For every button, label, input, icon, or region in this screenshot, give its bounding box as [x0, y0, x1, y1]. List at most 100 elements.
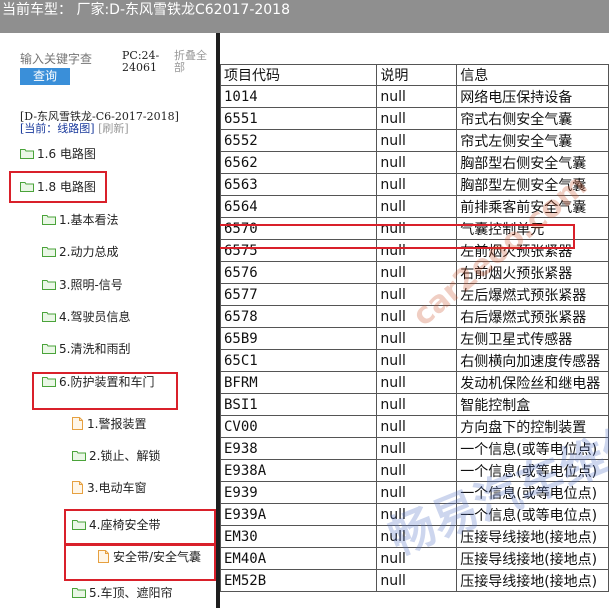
doc-icon — [72, 481, 83, 494]
cell-code: 6562 — [220, 151, 378, 174]
cell-code: E938A — [220, 459, 378, 482]
table-row[interactable]: E939A null 一个信息(或等电位点) — [220, 503, 609, 526]
table-row[interactable]: EM30 null 压接导线接地(接地点) — [220, 525, 609, 548]
collapse-all-link[interactable]: 折叠全部 — [174, 50, 214, 74]
table-row[interactable]: BSI1 null 智能控制盒 — [220, 393, 609, 416]
tree-node[interactable]: 5.车顶、遮阳帘 — [72, 584, 172, 601]
tree-node[interactable]: 1.警报装置 — [72, 415, 146, 432]
folder-icon — [42, 279, 56, 290]
cell-description: null — [376, 481, 458, 504]
table-header-row: 项目代码 说明 信息 — [220, 64, 609, 86]
cell-description: null — [376, 327, 458, 350]
cell-description: null — [376, 415, 458, 438]
highlight-box — [64, 544, 216, 581]
tree-node[interactable]: 2.动力总成 — [42, 243, 118, 260]
cell-code: E939A — [220, 503, 378, 526]
highlighted-row-box — [220, 224, 575, 249]
tree-node[interactable]: 1.6 电路图 — [20, 145, 96, 162]
tree-node-label: 1.6 电路图 — [37, 147, 96, 161]
cell-description: null — [376, 129, 458, 152]
folder-icon — [72, 587, 86, 598]
folder-icon — [42, 214, 56, 225]
cell-description: null — [376, 503, 458, 526]
tree-node[interactable]: 1.基本看法 — [42, 211, 118, 228]
table-row[interactable]: 65B9 null 左侧卫星式传感器 — [220, 327, 609, 350]
folder-icon — [42, 343, 56, 354]
cell-info: 右侧横向加速度传感器 — [456, 349, 609, 372]
table-row[interactable]: 6576 null 右前烟火预张紧器 — [220, 261, 609, 284]
tree-node-label: 2.锁止、解锁 — [89, 449, 161, 463]
cell-info: 一个信息(或等电位点) — [456, 503, 609, 526]
table-row[interactable]: EM40A null 压接导线接地(接地点) — [220, 547, 609, 570]
search-input[interactable] — [20, 51, 118, 67]
cell-description: null — [376, 459, 458, 482]
folder-icon — [72, 450, 86, 461]
folder-icon — [20, 148, 34, 159]
folder-icon — [42, 246, 56, 257]
cell-code: 6576 — [220, 261, 378, 284]
table-row[interactable]: 1014 null 网络电压保持设备 — [220, 85, 609, 108]
refresh-link[interactable]: [刷新] — [98, 122, 129, 135]
tree-node-label: 5.清洗和雨刮 — [59, 342, 131, 356]
cell-info: 胸部型右侧安全气囊 — [456, 151, 609, 174]
tree-node-label: 4.驾驶员信息 — [59, 310, 131, 324]
cell-code: 65C1 — [220, 349, 378, 372]
cell-description: null — [376, 437, 458, 460]
tree-node[interactable]: 3.电动车窗 — [72, 479, 146, 496]
tree-node[interactable]: 5.清洗和雨刮 — [42, 340, 130, 357]
search-area: 查询 PC:24-24061 折叠全部 — [18, 43, 212, 93]
tree-node-label: 1.基本看法 — [59, 213, 119, 227]
highlight-box — [64, 509, 216, 545]
cell-description: null — [376, 305, 458, 328]
cell-info: 一个信息(或等电位点) — [456, 459, 609, 482]
cell-info: 右前烟火预张紧器 — [456, 261, 609, 284]
table-row[interactable]: E938A null 一个信息(或等电位点) — [220, 459, 609, 482]
tree-node-label: 5.车顶、遮阳帘 — [89, 586, 173, 600]
table-row[interactable]: 6563 null 胸部型左侧安全气囊 — [220, 173, 609, 196]
table-row[interactable]: 6564 null 前排乘客前安全气囊 — [220, 195, 609, 218]
cell-code: 65B9 — [220, 327, 378, 350]
cell-code: EM30 — [220, 525, 378, 548]
table-row[interactable]: E938 null 一个信息(或等电位点) — [220, 437, 609, 460]
table-row[interactable]: 6551 null 帘式右侧安全气囊 — [220, 107, 609, 130]
cell-info: 一个信息(或等电位点) — [456, 437, 609, 460]
table-row[interactable]: 65C1 null 右侧横向加速度传感器 — [220, 349, 609, 372]
tree-node[interactable]: 3.照明-信号 — [42, 276, 123, 293]
table-row[interactable]: 6578 null 右后爆燃式预张紧器 — [220, 305, 609, 328]
pc-info: PC:24-24061 — [122, 49, 160, 74]
cell-code: 6578 — [220, 305, 378, 328]
cell-description: null — [376, 173, 458, 196]
column-header-code: 项目代码 — [220, 64, 378, 86]
column-header-info: 信息 — [456, 64, 609, 86]
search-button[interactable]: 查询 — [20, 68, 70, 85]
cell-code: BFRM — [220, 371, 378, 394]
column-header-description: 说明 — [376, 64, 458, 86]
cell-info: 网络电压保持设备 — [456, 85, 609, 108]
cell-description: null — [376, 107, 458, 130]
highlight-box — [9, 171, 107, 203]
cell-code: 6577 — [220, 283, 378, 306]
cell-info: 胸部型左侧安全气囊 — [456, 173, 609, 196]
table-row[interactable]: 6577 null 左后爆燃式预张紧器 — [220, 283, 609, 306]
cell-code: 6564 — [220, 195, 378, 218]
table-row[interactable]: EM52B null 压接导线接地(接地点) — [220, 569, 609, 592]
table-row[interactable]: CV00 null 方向盘下的控制装置 — [220, 415, 609, 438]
cell-code: BSI1 — [220, 393, 378, 416]
cell-info: 发动机保险丝和继电器 — [456, 371, 609, 394]
cell-code: CV00 — [220, 415, 378, 438]
table-row[interactable]: BFRM null 发动机保险丝和继电器 — [220, 371, 609, 394]
current-view: [当前：线路图] [刷新] — [20, 123, 129, 135]
table-row[interactable]: E939 null 一个信息(或等电位点) — [220, 481, 609, 504]
cell-description: null — [376, 151, 458, 174]
table-row[interactable]: 6552 null 帘式左侧安全气囊 — [220, 129, 609, 152]
cell-info: 帘式左侧安全气囊 — [456, 129, 609, 152]
tree-node-label: 2.动力总成 — [59, 245, 119, 259]
cell-info: 压接导线接地(接地点) — [456, 547, 609, 570]
tree-node[interactable]: 2.锁止、解锁 — [72, 447, 160, 464]
tree-node[interactable]: 4.驾驶员信息 — [42, 308, 130, 325]
table-row[interactable]: 6562 null 胸部型右侧安全气囊 — [220, 151, 609, 174]
cell-description: null — [376, 85, 458, 108]
cell-code: 1014 — [220, 85, 378, 108]
cell-info: 压接导线接地(接地点) — [456, 569, 609, 592]
parts-table-panel: 项目代码 说明 信息 1014 null 网络电压保持设备 6551 null 帘式右侧安… — [220, 33, 609, 608]
